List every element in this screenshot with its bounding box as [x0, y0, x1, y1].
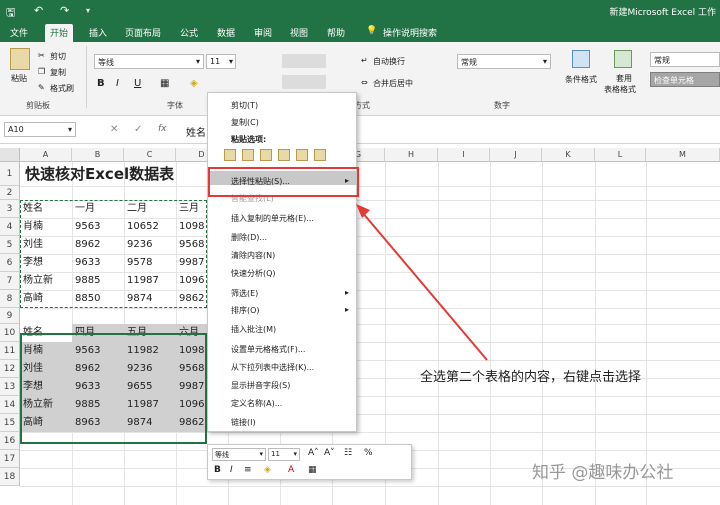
watermark: 知乎 @趣味办公社 [532, 463, 674, 483]
mini-fill-icon[interactable]: ◈ [264, 465, 271, 475]
mini-font-select[interactable]: 等线 ▾ [212, 448, 266, 461]
annotation-arrow [356, 204, 488, 361]
increase-font-icon[interactable]: A˄ [308, 448, 319, 458]
mini-align-icon[interactable]: ≡ [244, 465, 252, 475]
mini-bold-icon[interactable]: B [214, 465, 221, 475]
mini-font-color-icon[interactable]: A [288, 465, 294, 475]
currency-icon[interactable]: ☷ [344, 448, 352, 458]
annotation-text: 全选第二个表格的内容，右键点击选择 [420, 370, 642, 385]
mini-italic-icon[interactable]: I [230, 465, 233, 475]
percent-icon[interactable]: % [364, 448, 373, 458]
mini-border-icon[interactable]: ▦ [308, 465, 317, 475]
mini-size-select[interactable]: 11 ▾ [268, 448, 300, 461]
decrease-font-icon[interactable]: A˅ [324, 448, 335, 458]
mini-toolbar: 等线 ▾ 11 ▾ A˄ A˅ ☷ % B I ≡ ◈ A ▦ [207, 444, 412, 480]
